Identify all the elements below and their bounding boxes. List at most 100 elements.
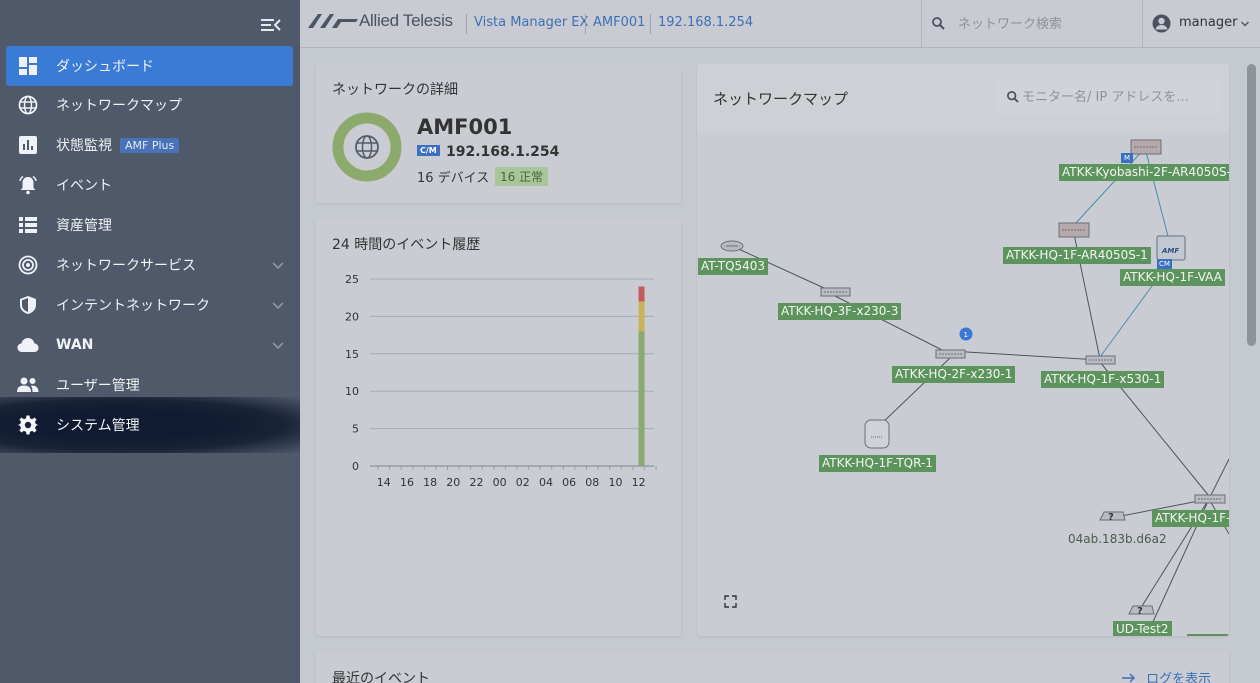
cloud-icon [17, 334, 39, 356]
wireless-router-icon [864, 419, 890, 449]
sidebar-item-label: WAN [56, 337, 94, 353]
chevron-down-icon [1241, 21, 1249, 27]
amf-plus-badge: AMF Plus [120, 137, 180, 153]
chart-x-tick-label: 14 [377, 476, 391, 489]
arrow-right-icon [1122, 673, 1136, 683]
map-node-label[interactable]: ATKK-HQ-1F-AR4050S-1 [1003, 247, 1151, 264]
network-search [921, 0, 1143, 47]
scrollbar[interactable] [1243, 48, 1260, 683]
event-count-text: 1 [964, 331, 968, 339]
network-ip: 192.168.1.254 [446, 144, 560, 160]
chart-bar-segment [638, 301, 645, 332]
sidebar: ダッシュボード ネットワークマップ 状態監視 AMF Plus イベント 資産管… [0, 0, 300, 683]
map-node-label[interactable]: ATKK-HQ-2F-x230-1 [892, 366, 1016, 383]
map-node-label[interactable]: 04ab.183b.d6a2 [1065, 531, 1170, 548]
chart-x-tick-label: 10 [608, 476, 622, 489]
chart-y-tick-label: 0 [352, 460, 359, 473]
network-search-input[interactable] [958, 14, 1128, 34]
view-log-link[interactable]: ログを表示 [1122, 668, 1211, 683]
scrollbar-thumb[interactable] [1247, 64, 1256, 346]
chart-x-tick-label: 20 [446, 476, 460, 489]
sidebar-item-label: システム管理 [56, 418, 140, 434]
sidebar-item-intent-network[interactable]: インテントネットワーク [6, 285, 293, 325]
map-node-label[interactable]: ATKK-HQ-3F-x230-3 [778, 303, 902, 320]
breadcrumb-ip[interactable]: 192.168.1.254 [658, 15, 753, 30]
sidebar-item-label: インテントネットワーク [56, 298, 210, 314]
chart-x-tick-label: 04 [539, 476, 553, 489]
map-node-label[interactable]: ATKK-HQ-1F-TQR-1 [819, 455, 936, 472]
sidebar-item-network-services[interactable]: ネットワークサービス [6, 245, 293, 285]
sidebar-item-label: ダッシュボード [56, 59, 154, 75]
map-node-label[interactable]: ATKK-Kyobashi-2F-AR4050S-2 [1059, 164, 1229, 181]
chart-y-tick-label: 10 [345, 385, 359, 398]
bell-icon [17, 174, 39, 196]
view-log-label: ログを表示 [1146, 672, 1212, 683]
user-menu[interactable]: manager [1152, 0, 1260, 47]
router-device-icon [1130, 139, 1162, 155]
map-node-label[interactable]: AT-TQ5403 [698, 258, 769, 275]
gear-icon [17, 414, 39, 436]
sidebar-item-network-map[interactable]: ネットワークマップ [6, 85, 293, 125]
chart-y-tick-label: 5 [352, 423, 359, 436]
menu-collapse-icon[interactable] [260, 15, 282, 35]
recent-events-card: 最近のイベント ログを表示 [316, 652, 1229, 683]
network-health-ring [332, 112, 402, 182]
event-history-chart: 0 5 10 15 20 25 14 16 18 20 22 00 02 04 06 08 10 12 [345, 273, 657, 489]
shield-icon [17, 294, 39, 316]
sidebar-item-assets[interactable]: 資産管理 [6, 205, 293, 245]
chart-x-tick-label: 12 [632, 476, 646, 489]
network-map-card: ネットワークマップ AMF [697, 64, 1229, 636]
chart-bar-segment [638, 286, 645, 302]
map-node-label-partial [1187, 634, 1229, 636]
sidebar-item-monitoring[interactable]: 状態監視 AMF Plus [6, 125, 293, 165]
sidebar-item-label: 資産管理 [56, 218, 112, 234]
switch-device-icon [820, 287, 851, 297]
chart-y-tick-label: 15 [345, 348, 359, 361]
sidebar-item-dashboard[interactable]: ダッシュボード [6, 46, 293, 86]
chevron-down-icon[interactable] [271, 338, 285, 352]
map-node-label[interactable]: ATKK-HQ-1F-VAA [1120, 269, 1225, 286]
chart-bar-segment [638, 331, 645, 466]
chart-x-tick-label: 22 [469, 476, 483, 489]
chart-x-tick-label: 02 [516, 476, 530, 489]
breadcrumb-product[interactable]: Vista Manager EX [474, 15, 588, 30]
allied-telesis-logo-icon [308, 14, 358, 28]
breadcrumb-network[interactable]: AMF001 [593, 15, 645, 30]
map-node-label[interactable]: UD-Test2 [1113, 621, 1172, 636]
status-badge: 16 正常 [495, 167, 549, 186]
globe-icon [17, 94, 39, 116]
network-name: AMF001 [417, 115, 513, 139]
user-avatar-icon [1152, 14, 1171, 33]
amf-tag: AMF [1161, 247, 1179, 255]
ap-device-icon [720, 240, 744, 252]
switch-device-icon [1085, 355, 1116, 365]
sidebar-item-label: イベント [56, 178, 112, 194]
sidebar-item-label: ネットワークマップ [56, 98, 182, 114]
map-node-label[interactable]: ATKK-HQ-1F-x530-1 [1041, 371, 1165, 388]
chart-y-tick-label: 25 [345, 273, 359, 286]
sidebar-item-events[interactable]: イベント [6, 165, 293, 205]
fullscreen-icon[interactable] [724, 595, 737, 608]
map-node-label[interactable]: ATKK-HQ-1F- [1152, 510, 1229, 527]
chart-x-tick-label: 00 [493, 476, 507, 489]
chart-y-tick-label: 20 [345, 310, 359, 323]
chart-x-tick-label: 06 [562, 476, 576, 489]
sidebar-item-wan[interactable]: WAN [6, 325, 293, 365]
dashboard-icon [17, 55, 39, 77]
sidebar-item-system-management[interactable]: システム管理 [0, 397, 300, 453]
sidebar-item-label: ネットワークサービス [56, 258, 196, 274]
chevron-down-icon[interactable] [271, 298, 285, 312]
chart-x-tick-label: 08 [585, 476, 599, 489]
switch-device-icon [935, 349, 966, 359]
router-device-icon [1058, 222, 1090, 238]
recent-events-title: 最近のイベント [332, 671, 430, 683]
network-details-title: ネットワークの詳細 [332, 82, 458, 98]
chevron-down-icon[interactable] [271, 258, 285, 272]
network-services-icon [17, 254, 39, 276]
device-count: 16 デバイス [417, 171, 490, 186]
sidebar-item-label: ユーザー管理 [56, 378, 140, 394]
brand-name: Allied Telesis [359, 11, 453, 30]
cm-tag: CM [1157, 259, 1172, 269]
bar-chart-icon [17, 134, 39, 156]
event-history-card: 24 時間のイベント履歴 0 5 10 15 20 25 14 16 18 20 22 00 02 04 0… [316, 219, 681, 636]
